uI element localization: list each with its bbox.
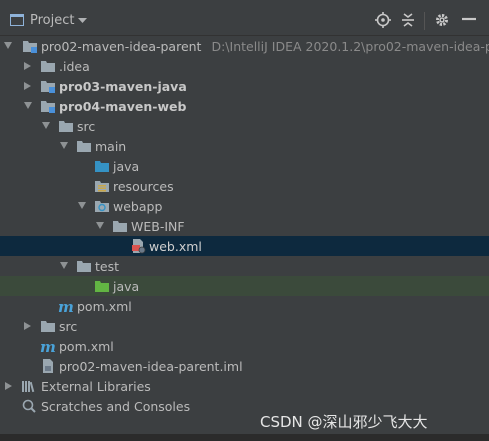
tree-row-pom-inner[interactable]: m pom.xml: [0, 296, 489, 316]
tree-label-resources: resources: [113, 179, 174, 194]
tree-label-test-java: java: [113, 279, 140, 294]
tree-label-external-libraries: External Libraries: [41, 379, 151, 394]
tree-row-pro04[interactable]: pro04-maven-web: [0, 96, 489, 116]
resources-folder-icon: [95, 181, 109, 192]
tree-label-pom-inner: pom.xml: [77, 299, 132, 314]
tree-label-scratches: Scratches and Consoles: [41, 399, 191, 414]
tree-row-idea[interactable]: .idea: [0, 56, 489, 76]
tree-row-test-java[interactable]: java: [0, 276, 489, 296]
library-icon: [22, 381, 35, 393]
xml-file-icon: [132, 239, 146, 254]
tree-row-src[interactable]: src: [0, 116, 489, 136]
maven-icon: m: [58, 298, 74, 314]
svg-text:m: m: [58, 298, 74, 314]
expand-arrow-icon[interactable]: [24, 322, 31, 330]
tree-label-pro03: pro03-maven-java: [59, 79, 187, 94]
expand-arrow-icon[interactable]: [96, 222, 104, 229]
tree-label-java: java: [113, 159, 140, 174]
root-module-label: pro02-maven-idea-parent: [41, 39, 202, 54]
tree-label-webinf: WEB-INF: [131, 219, 185, 234]
maven-icon: m: [40, 338, 56, 354]
toolbar-separator: [424, 12, 425, 30]
tree-row-iml[interactable]: pro02-maven-idea-parent.iml: [0, 356, 489, 376]
folder-icon: [77, 261, 91, 272]
web-folder-icon: [95, 201, 109, 212]
expand-arrow-icon[interactable]: [4, 42, 12, 49]
tree-row-webinf[interactable]: WEB-INF: [0, 216, 489, 236]
tree-row-resources[interactable]: resources: [0, 176, 489, 196]
tree-label-idea: .idea: [59, 59, 90, 74]
folder-icon: [41, 61, 55, 72]
module-folder-icon: [41, 81, 55, 93]
iml-file-icon: [43, 359, 53, 373]
expand-arrow-icon[interactable]: [24, 102, 32, 109]
scratches-icon: [22, 399, 36, 413]
gear-icon[interactable]: [434, 12, 450, 28]
locate-icon[interactable]: [375, 12, 391, 28]
expand-arrow-icon[interactable]: [24, 62, 31, 70]
tree-row-java[interactable]: java: [0, 156, 489, 176]
module-folder-icon: [41, 101, 55, 113]
bottom-strip: [0, 434, 489, 441]
expand-arrow-icon[interactable]: [5, 382, 12, 390]
project-view-title[interactable]: Project: [30, 13, 74, 28]
hide-panel-icon[interactable]: [462, 13, 476, 27]
test-source-folder-icon: [95, 281, 109, 292]
svg-text:m: m: [40, 338, 56, 354]
folder-icon: [59, 121, 73, 132]
tree-row-webxml[interactable]: web.xml: [0, 236, 489, 256]
tree-row-root[interactable]: pro02-maven-idea-parent D:\IntelliJ IDEA…: [0, 36, 489, 56]
tree-label-pom-root: pom.xml: [59, 339, 114, 354]
chevron-down-icon[interactable]: [78, 18, 87, 24]
tree-label-test: test: [95, 259, 120, 274]
folder-icon: [113, 221, 127, 232]
tree-row-test[interactable]: test: [0, 256, 489, 276]
project-toolbar: Project: [0, 0, 489, 36]
tree-row-pom-root[interactable]: m pom.xml: [0, 336, 489, 356]
tree-label-pro04: pro04-maven-web: [59, 99, 187, 114]
source-folder-icon: [95, 161, 109, 172]
tree-row-src-root[interactable]: src: [0, 316, 489, 336]
tree-row-webapp[interactable]: webapp: [0, 196, 489, 216]
collapse-all-icon[interactable]: [400, 12, 416, 28]
module-folder-icon: [23, 41, 37, 53]
root-module-path: D:\IntelliJ IDEA 2020.1.2\pro02-maven-id…: [211, 39, 489, 54]
expand-arrow-icon[interactable]: [42, 122, 50, 129]
expand-arrow-icon[interactable]: [24, 82, 31, 90]
folder-icon: [41, 321, 55, 332]
tree-row-external-libraries[interactable]: External Libraries: [0, 376, 489, 396]
expand-arrow-icon[interactable]: [60, 262, 68, 269]
expand-arrow-icon[interactable]: [78, 202, 86, 209]
expand-arrow-icon[interactable]: [60, 142, 68, 149]
watermark-text: CSDN @深山邪少飞大大: [260, 413, 428, 431]
tree-label-main: main: [95, 139, 127, 154]
tree-label-src-root: src: [59, 319, 78, 334]
tree-row-main[interactable]: main: [0, 136, 489, 156]
tree-row-pro03[interactable]: pro03-maven-java: [0, 76, 489, 96]
tree-label-webapp: webapp: [113, 199, 163, 214]
project-window-icon: [10, 14, 24, 26]
tree-label-iml: pro02-maven-idea-parent.iml: [59, 359, 243, 374]
folder-icon: [77, 141, 91, 152]
tree-label-webxml: web.xml: [149, 239, 202, 254]
tree-label-src: src: [77, 119, 96, 134]
